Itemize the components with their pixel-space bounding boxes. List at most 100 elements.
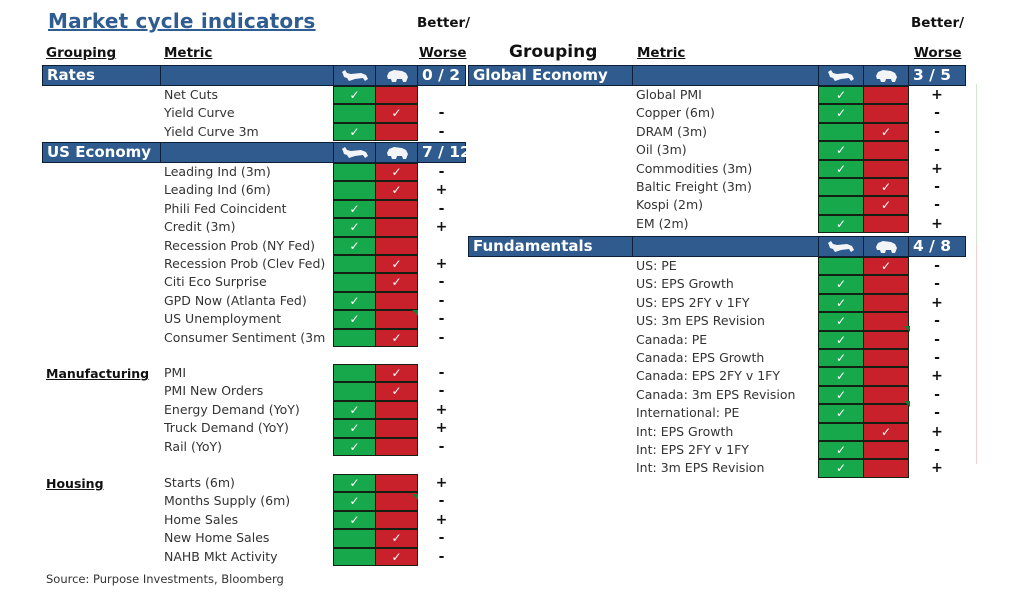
bear-signal-cell — [863, 86, 909, 105]
section-header-rates: Rates 0 / 2 — [42, 65, 466, 86]
check-icon: ✓ — [391, 257, 402, 271]
section-title: Fundamentals — [469, 237, 633, 256]
metric-label: Citi Eco Surprise — [164, 274, 267, 290]
left-better-header: Better/ — [417, 15, 471, 31]
metric-label: DRAM (3m) — [636, 123, 707, 139]
metric-label: Int: EPS Growth — [636, 423, 734, 439]
bull-signal-cell: ✓ — [333, 218, 376, 237]
bear-signal-cell: ✓ — [375, 255, 418, 274]
metric-label: Canada: EPS 2FY v 1FY — [636, 368, 780, 384]
bear-signal-cell — [863, 275, 909, 294]
metric-label: Phili Fed Coincident — [164, 200, 287, 216]
metric-label: PMI — [164, 365, 187, 380]
section-score: 0 / 2 — [422, 66, 461, 84]
bear-signal-cell: ✓ — [375, 328, 418, 347]
bear-signal-cell — [375, 199, 418, 219]
change-indicator: - — [438, 329, 445, 346]
metric-label: Energy Demand (YoY) — [164, 401, 300, 417]
change-indicator: - — [438, 548, 445, 565]
comment-flag-icon — [412, 494, 418, 500]
check-icon: ✓ — [391, 531, 402, 546]
metric-label: Yield Curve — [164, 105, 235, 121]
metric-label: Copper (6m) — [636, 105, 715, 121]
bull-column-header — [334, 66, 376, 85]
bull-signal-cell: ✓ — [818, 141, 864, 160]
check-icon: ✓ — [835, 443, 847, 457]
bull-signal-cell: ✓ — [818, 385, 864, 405]
section-title: Global Economy — [469, 66, 633, 85]
section-score: 7 / 12 — [422, 143, 471, 161]
change-indicator: - — [438, 311, 445, 328]
change-indicator: + — [931, 294, 943, 311]
metric-label: GPD Now (Atlanta Fed) — [164, 292, 307, 308]
check-icon: ✓ — [349, 220, 360, 235]
metric-label: US: PE — [636, 258, 677, 273]
decorative-line — [976, 244, 977, 464]
bull-signal-cell: ✓ — [818, 312, 864, 331]
change-indicator: - — [934, 197, 940, 214]
metric-label: Consumer Sentiment (3m — [164, 329, 326, 345]
bear-column-header — [376, 143, 418, 162]
change-indicator: - — [934, 258, 940, 274]
bull-signal-cell: ✓ — [333, 122, 376, 142]
bull-signal-cell: ✓ — [818, 441, 864, 460]
bull-signal-cell: ✓ — [818, 349, 864, 368]
bear-icon — [385, 143, 409, 161]
check-icon: ✓ — [880, 424, 892, 439]
section-metric-blank — [161, 66, 334, 85]
bear-signal-cell: ✓ — [375, 181, 418, 200]
metric-label: Months Supply (6m) — [164, 493, 291, 509]
section-metric-blank — [633, 66, 819, 85]
bear-signal-cell: ✓ — [375, 382, 418, 401]
check-icon: ✓ — [349, 494, 360, 509]
metric-label: Truck Demand (YoY) — [164, 420, 289, 436]
section-header-fundamentals: Fundamentals 4 / 8 — [468, 236, 966, 257]
bull-signal-cell — [333, 328, 376, 347]
metric-label: Yield Curve 3m — [164, 123, 259, 139]
bear-column-header — [376, 66, 418, 85]
bull-signal-cell: ✓ — [818, 330, 864, 349]
check-icon: ✓ — [835, 332, 847, 347]
change-indicator: - — [934, 442, 940, 458]
bull-column-header — [819, 66, 864, 85]
metric-label: Recession Prob (NY Fed) — [164, 237, 316, 253]
bear-signal-cell — [375, 86, 418, 105]
metric-label: Kospi (2m) — [636, 197, 703, 213]
section-metric-blank — [161, 143, 334, 162]
change-indicator: - — [934, 350, 940, 366]
change-indicator: - — [934, 105, 940, 122]
change-indicator: + — [435, 256, 448, 272]
change-indicator: - — [438, 383, 445, 400]
check-icon: ✓ — [391, 330, 402, 345]
page-title: Market cycle indicators — [48, 9, 316, 33]
change-indicator: + — [435, 475, 448, 491]
bear-signal-cell — [375, 236, 418, 255]
check-icon: ✓ — [391, 106, 402, 121]
decorative-line — [976, 84, 977, 244]
bear-column-header — [864, 66, 909, 85]
change-indicator: + — [931, 215, 943, 232]
bear-signal-cell — [375, 218, 418, 237]
metric-label: Starts (6m) — [164, 475, 235, 490]
change-indicator: + — [435, 219, 448, 236]
section-title: Rates — [43, 66, 161, 85]
change-indicator: + — [931, 368, 943, 385]
check-icon: ✓ — [349, 293, 360, 308]
bear-signal-cell — [375, 400, 418, 420]
change-indicator: - — [438, 123, 445, 140]
check-icon: ✓ — [835, 387, 847, 402]
metric-label: US: 3m EPS Revision — [636, 313, 765, 329]
check-icon: ✓ — [349, 124, 360, 139]
bull-signal-cell — [333, 181, 376, 200]
bear-signal-cell — [863, 349, 909, 368]
section-title: US Economy — [43, 143, 161, 162]
metric-label: US: EPS 2FY v 1FY — [636, 294, 750, 310]
check-icon: ✓ — [391, 366, 402, 380]
check-icon: ✓ — [880, 180, 892, 194]
bull-signal-cell — [333, 364, 376, 383]
change-indicator: - — [934, 331, 940, 348]
bull-signal-cell: ✓ — [818, 214, 864, 234]
source-note: Source: Purpose Investments, Bloomberg — [46, 572, 284, 586]
comment-flag-icon — [412, 310, 418, 316]
check-icon: ✓ — [391, 384, 402, 399]
